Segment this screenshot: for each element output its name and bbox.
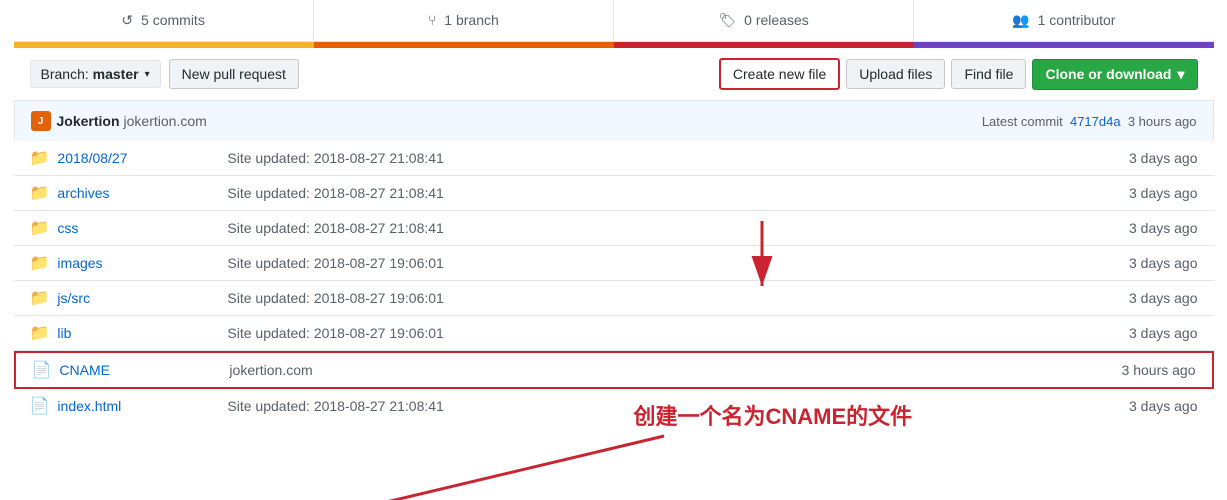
- clone-caret-icon: ▾: [1177, 66, 1184, 83]
- file-icon: 📄: [32, 360, 52, 380]
- file-name[interactable]: index.html: [57, 398, 207, 414]
- file-message: Site updated: 2018-08-27 19:06:01: [227, 325, 1129, 341]
- folder-icon: 📁: [30, 253, 50, 273]
- clone-label: Clone or download: [1045, 66, 1171, 82]
- commits-stat[interactable]: ↺ 5 commits: [14, 0, 314, 41]
- file-name[interactable]: images: [57, 255, 207, 271]
- branch-prefix: Branch:: [41, 66, 89, 82]
- create-new-file-button[interactable]: Create new file: [719, 58, 840, 90]
- file-row[interactable]: 📁 images Site updated: 2018-08-27 19:06:…: [14, 246, 1214, 281]
- commit-header: J Jokertion jokertion.com Latest commit …: [14, 100, 1214, 141]
- file-name[interactable]: js/src: [57, 290, 207, 306]
- stats-bar: ↺ 5 commits ⑂ 1 branch 🏷 0 releases 👥 1 …: [14, 0, 1214, 42]
- commits-label: 5 commits: [141, 12, 205, 28]
- file-message: jokertion.com: [229, 362, 1121, 378]
- releases-stat[interactable]: 🏷 0 releases: [614, 0, 914, 41]
- file-time: 3 days ago: [1129, 325, 1198, 341]
- file-icon: 📄: [30, 396, 50, 416]
- file-time: 3 hours ago: [1122, 362, 1196, 378]
- file-name[interactable]: CNAME: [59, 362, 209, 378]
- file-time: 3 days ago: [1129, 150, 1198, 166]
- file-list: 📁 2018/08/27 Site updated: 2018-08-27 21…: [14, 141, 1214, 423]
- folder-icon: 📁: [30, 288, 50, 308]
- file-message: Site updated: 2018-08-27 19:06:01: [227, 255, 1129, 271]
- commit-meta: Latest commit 4717d4a 3 hours ago: [982, 114, 1197, 129]
- file-time: 3 days ago: [1129, 290, 1198, 306]
- file-message: Site updated: 2018-08-27 19:06:01: [227, 290, 1129, 306]
- releases-icon: 🏷: [718, 12, 736, 28]
- file-time: 3 days ago: [1129, 220, 1198, 236]
- file-row[interactable]: 📄 CNAME jokertion.com 3 hours ago: [14, 351, 1214, 389]
- lang-seg-1: [14, 42, 314, 48]
- clone-or-download-button[interactable]: Clone or download ▾: [1032, 59, 1197, 90]
- toolbar-left: Branch: master ▾ New pull request: [30, 59, 299, 89]
- file-message: Site updated: 2018-08-27 21:08:41: [227, 220, 1129, 236]
- branches-stat[interactable]: ⑂ 1 branch: [314, 0, 614, 41]
- lang-seg-4: [914, 42, 1214, 48]
- releases-label: 0 releases: [744, 12, 809, 28]
- branch-select[interactable]: Branch: master ▾: [30, 60, 161, 88]
- branch-caret-icon: ▾: [145, 69, 150, 80]
- file-time: 3 days ago: [1129, 255, 1198, 271]
- file-row[interactable]: 📁 js/src Site updated: 2018-08-27 19:06:…: [14, 281, 1214, 316]
- file-row[interactable]: 📁 archives Site updated: 2018-08-27 21:0…: [14, 176, 1214, 211]
- find-file-button[interactable]: Find file: [951, 59, 1026, 89]
- avatar: J: [31, 111, 51, 131]
- file-name[interactable]: archives: [57, 185, 207, 201]
- commit-time: 3 hours ago: [1128, 114, 1197, 129]
- folder-icon: 📁: [30, 218, 50, 238]
- file-row[interactable]: 📁 2018/08/27 Site updated: 2018-08-27 21…: [14, 141, 1214, 176]
- file-message: Site updated: 2018-08-27 21:08:41: [227, 398, 1129, 414]
- language-bar: [14, 42, 1214, 48]
- branch-name: master: [93, 66, 139, 82]
- commits-icon: ↺: [121, 12, 133, 28]
- file-row[interactable]: 📄 index.html Site updated: 2018-08-27 21…: [14, 389, 1214, 423]
- file-name[interactable]: 2018/08/27: [57, 150, 207, 166]
- toolbar-right: Create new file Upload files Find file C…: [719, 58, 1198, 90]
- file-time: 3 days ago: [1129, 185, 1198, 201]
- file-row[interactable]: 📁 lib Site updated: 2018-08-27 19:06:01 …: [14, 316, 1214, 351]
- file-message: Site updated: 2018-08-27 21:08:41: [227, 150, 1129, 166]
- commit-hash[interactable]: 4717d4a: [1070, 114, 1121, 129]
- commit-username[interactable]: Jokertion: [57, 113, 120, 129]
- file-list-wrapper: 📁 2018/08/27 Site updated: 2018-08-27 21…: [14, 141, 1214, 423]
- commit-label: Latest commit: [982, 114, 1063, 129]
- branches-icon: ⑂: [428, 12, 436, 28]
- file-row[interactable]: 📁 css Site updated: 2018-08-27 21:08:41 …: [14, 211, 1214, 246]
- contributors-label: 1 contributor: [1038, 12, 1116, 28]
- toolbar: Branch: master ▾ New pull request Create…: [14, 48, 1214, 100]
- commit-domain: jokertion.com: [124, 113, 207, 129]
- lang-seg-3: [614, 42, 914, 48]
- contributors-stat[interactable]: 👥 1 contributor: [914, 0, 1213, 41]
- contributors-icon: 👥: [1012, 12, 1029, 28]
- upload-files-button[interactable]: Upload files: [846, 59, 945, 89]
- folder-icon: 📁: [30, 183, 50, 203]
- file-time: 3 days ago: [1129, 398, 1198, 414]
- file-name[interactable]: css: [57, 220, 207, 236]
- new-pull-request-button[interactable]: New pull request: [169, 59, 299, 89]
- file-message: Site updated: 2018-08-27 21:08:41: [227, 185, 1129, 201]
- branches-label: 1 branch: [444, 12, 498, 28]
- folder-icon: 📁: [30, 148, 50, 168]
- file-name[interactable]: lib: [57, 325, 207, 341]
- folder-icon: 📁: [30, 323, 50, 343]
- lang-seg-2: [314, 42, 614, 48]
